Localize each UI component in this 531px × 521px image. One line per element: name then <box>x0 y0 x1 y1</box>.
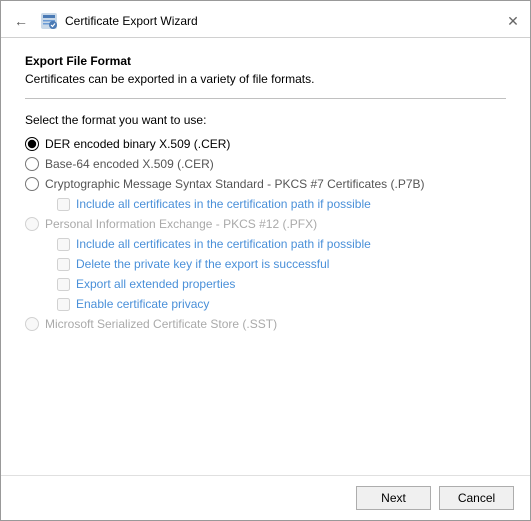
radio-item-pfx[interactable]: Personal Information Exchange - PKCS #12… <box>25 217 506 231</box>
checkbox-label-pfx-privacy: Enable certificate privacy <box>76 297 209 311</box>
checkbox-item-pfx-path[interactable]: Include all certificates in the certific… <box>57 237 506 251</box>
radio-label-base64: Base-64 encoded X.509 (.CER) <box>45 157 214 171</box>
checkbox-item-pfx-extended[interactable]: Export all extended properties <box>57 277 506 291</box>
section-desc: Certificates can be exported in a variet… <box>25 72 506 86</box>
checkbox-pfx-privacy[interactable] <box>57 298 70 311</box>
checkbox-pfx-extended[interactable] <box>57 278 70 291</box>
dialog-title: Certificate Export Wizard <box>65 14 198 28</box>
back-button[interactable]: ← <box>9 9 33 33</box>
radio-base64[interactable] <box>25 157 39 171</box>
checkbox-label-pfx-delete: Delete the private key if the export is … <box>76 257 329 271</box>
content-divider <box>25 98 506 99</box>
radio-der[interactable] <box>25 137 39 151</box>
radio-label-der: DER encoded binary X.509 (.CER) <box>45 137 230 151</box>
dialog-window: ← Certificate Export Wizard ✕ Export Fil… <box>0 0 531 521</box>
radio-sst[interactable] <box>25 317 39 331</box>
checkbox-item-pfx-delete[interactable]: Delete the private key if the export is … <box>57 257 506 271</box>
title-bar-controls: ✕ <box>504 12 522 30</box>
title-bar: ← Certificate Export Wizard ✕ <box>1 1 530 37</box>
checkbox-p7b-path[interactable] <box>57 198 70 211</box>
dialog-footer: Next Cancel <box>1 475 530 520</box>
checkbox-label-p7b-path: Include all certificates in the certific… <box>76 197 371 211</box>
checkbox-item-p7b-path[interactable]: Include all certificates in the certific… <box>57 197 506 211</box>
section-title: Export File Format <box>25 54 506 68</box>
radio-item-p7b[interactable]: Cryptographic Message Syntax Standard - … <box>25 177 506 191</box>
checkbox-item-pfx-privacy[interactable]: Enable certificate privacy <box>57 297 506 311</box>
cancel-button[interactable]: Cancel <box>439 486 514 510</box>
radio-label-pfx: Personal Information Exchange - PKCS #12… <box>45 217 317 231</box>
radio-p7b[interactable] <box>25 177 39 191</box>
next-button[interactable]: Next <box>356 486 431 510</box>
checkbox-label-pfx-path: Include all certificates in the certific… <box>76 237 371 251</box>
radio-label-sst: Microsoft Serialized Certificate Store (… <box>45 317 277 331</box>
radio-item-der[interactable]: DER encoded binary X.509 (.CER) <box>25 137 506 151</box>
checkbox-label-pfx-extended: Export all extended properties <box>76 277 235 291</box>
format-select-label: Select the format you want to use: <box>25 113 506 127</box>
radio-pfx[interactable] <box>25 217 39 231</box>
radio-item-sst[interactable]: Microsoft Serialized Certificate Store (… <box>25 317 506 331</box>
content-area: Export File Format Certificates can be e… <box>1 38 530 475</box>
radio-item-base64[interactable]: Base-64 encoded X.509 (.CER) <box>25 157 506 171</box>
wizard-icon <box>39 11 59 31</box>
close-button[interactable]: ✕ <box>504 12 522 30</box>
checkbox-pfx-delete[interactable] <box>57 258 70 271</box>
radio-label-p7b: Cryptographic Message Syntax Standard - … <box>45 177 425 191</box>
format-radio-group: DER encoded binary X.509 (.CER) Base-64 … <box>25 137 506 331</box>
title-bar-left: ← Certificate Export Wizard <box>9 9 198 33</box>
checkbox-pfx-path[interactable] <box>57 238 70 251</box>
